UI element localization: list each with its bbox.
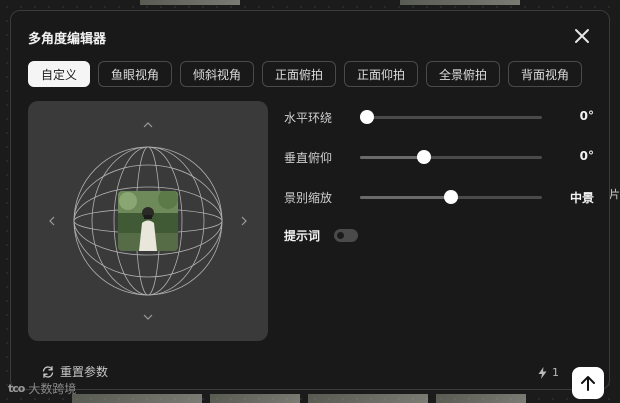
chevron-right-icon[interactable] (240, 216, 248, 226)
multi-angle-editor-dialog: 多角度编辑器 自定义 鱼眼视角 倾斜视角 正面俯拍 正面仰拍 全景俯拍 背面视角 (10, 10, 610, 399)
subject-photo (118, 191, 178, 251)
tab-back-view[interactable]: 背面视角 (508, 61, 582, 87)
arrow-up-icon (581, 376, 595, 391)
lightning-icon (538, 366, 547, 379)
tab-front-low-angle[interactable]: 正面仰拍 (344, 61, 418, 87)
tab-custom[interactable]: 自定义 (28, 61, 90, 87)
background-thumbnail (210, 394, 300, 403)
credit-cost: 1 (538, 366, 559, 379)
chevron-up-icon[interactable] (143, 121, 153, 129)
horizontal-orbit-slider[interactable] (360, 110, 542, 124)
chevron-down-icon[interactable] (143, 313, 153, 321)
angle-preview-panel[interactable] (28, 101, 268, 341)
background-thumbnail (308, 394, 428, 403)
slider-fill (360, 196, 451, 199)
slider-thumb[interactable] (444, 190, 458, 204)
slider-fill (360, 156, 424, 159)
vertical-pitch-label: 垂直俯仰 (284, 151, 333, 165)
close-icon (575, 29, 589, 43)
watermark: tco 大数跨境 (8, 380, 76, 397)
background-thumbnail (436, 394, 526, 403)
close-button[interactable] (571, 25, 593, 47)
refresh-icon (42, 365, 54, 378)
prompt-toggle[interactable] (334, 229, 359, 242)
toggle-knob (337, 232, 345, 239)
vertical-pitch-slider[interactable] (360, 150, 542, 164)
reset-params-button[interactable]: 重置参数 (41, 363, 108, 380)
shot-zoom-row: 景别缩放 中景 (284, 187, 600, 207)
background-thumbnail (140, 0, 240, 5)
background-thumbnail (400, 0, 520, 5)
shot-zoom-label: 景别缩放 (284, 191, 333, 205)
preset-tabs: 自定义 鱼眼视角 倾斜视角 正面俯拍 正面仰拍 全景俯拍 背面视角 (28, 61, 582, 87)
horizontal-orbit-value: 0° (579, 109, 594, 123)
credit-count: 1 (552, 366, 559, 379)
background-thumbnail (72, 394, 202, 403)
subject-photo-thumbnail (118, 191, 178, 251)
tab-panorama-high-angle[interactable]: 全景俯拍 (426, 61, 500, 87)
shot-zoom-value: 中景 (569, 191, 594, 205)
horizontal-orbit-row: 水平环绕 0° (284, 107, 600, 127)
tab-tilt[interactable]: 倾斜视角 (180, 61, 254, 87)
reset-params-label: 重置参数 (60, 365, 109, 379)
horizontal-orbit-label: 水平环绕 (284, 111, 333, 125)
submit-button[interactable] (572, 367, 604, 399)
shot-zoom-slider[interactable] (360, 190, 542, 204)
background-edge-text: 片 (609, 188, 620, 201)
prompt-row: 提示词 (284, 227, 359, 244)
prompt-label: 提示词 (284, 229, 321, 243)
chevron-left-icon[interactable] (48, 216, 56, 226)
vertical-pitch-row: 垂直俯仰 0° (284, 147, 600, 167)
vertical-pitch-value: 0° (579, 149, 594, 163)
slider-thumb[interactable] (360, 110, 375, 124)
watermark-logo: tco (8, 382, 25, 395)
tab-front-high-angle[interactable]: 正面俯拍 (262, 61, 336, 87)
slider-thumb[interactable] (416, 150, 431, 164)
dialog-title: 多角度编辑器 (28, 32, 107, 47)
watermark-text: 大数跨境 (28, 382, 77, 396)
tab-fisheye[interactable]: 鱼眼视角 (98, 61, 172, 87)
